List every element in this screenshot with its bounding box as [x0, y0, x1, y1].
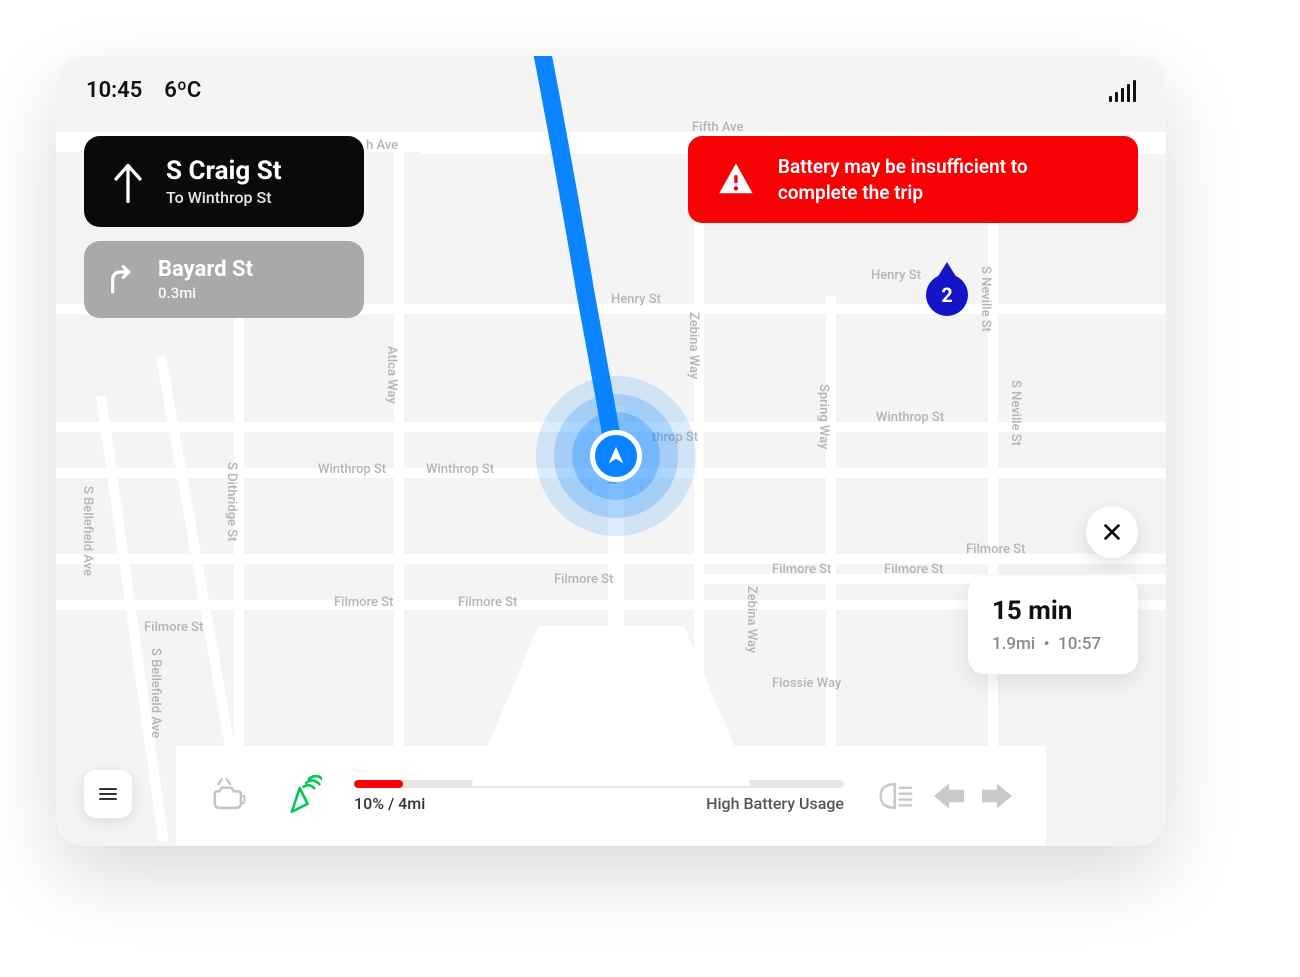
- street-label-bellefield: S Bellefield Ave: [80, 486, 95, 576]
- street-label-dithridge: S Dithridge St: [224, 462, 239, 541]
- headlights-icon[interactable]: [876, 779, 916, 813]
- street-label-h-ave: h Ave: [366, 138, 398, 153]
- status-time: 10:45: [86, 78, 142, 103]
- street-label-atlca: Atlca Way: [384, 346, 399, 404]
- alert-message: Battery may be insufficient to complete …: [778, 154, 1110, 205]
- street-label-zebina: Zebina Way: [686, 312, 701, 379]
- street-label-winthrop: Winthrop St: [318, 462, 386, 477]
- battery-usage-text: High Battery Usage: [706, 794, 844, 813]
- turn-right-icon: [106, 263, 138, 297]
- street-label-filmore6: Filmore St: [884, 562, 943, 577]
- road: [394, 146, 404, 846]
- directions-cards: S Craig St To Winthrop St Bayard St 0.3m…: [84, 136, 364, 318]
- current-street: S Craig St: [166, 156, 282, 186]
- left-indicator-icon[interactable]: [934, 783, 964, 809]
- eta-details: 1.9mi • 10:57: [992, 634, 1114, 654]
- eta-time: 15 min: [992, 596, 1114, 626]
- street-label-henry: Henry St: [611, 292, 661, 307]
- street-label-filmore2: Filmore St: [334, 595, 393, 610]
- warning-icon: [716, 156, 756, 204]
- battery-percent: 10% / 4mi: [354, 794, 425, 813]
- menu-button[interactable]: [84, 770, 132, 818]
- direction-card-next[interactable]: Bayard St 0.3mi: [84, 241, 364, 318]
- signal-icon: [1109, 80, 1136, 102]
- street-label-filmore4: Filmore St: [554, 572, 613, 587]
- navigation-app-frame: Fifth Ave h Ave Henry St Henry St Winthr…: [56, 56, 1166, 846]
- arrow-up-icon: [110, 161, 146, 203]
- street-label-filmore7: Filmore St: [966, 542, 1025, 557]
- street-label-bellefield2: S Bellefield Ave: [148, 648, 163, 738]
- street-label-filmore3: Filmore St: [458, 595, 517, 610]
- street-label-spring: Spring Way: [816, 384, 831, 449]
- close-button[interactable]: [1086, 506, 1138, 558]
- engine-icon[interactable]: [210, 777, 248, 815]
- status-bar: 10:45 6ºC: [86, 78, 1136, 103]
- street-label-fifth: Fifth Ave: [692, 120, 743, 135]
- current-toward: To Winthrop St: [166, 188, 282, 207]
- street-label-neville2: S Neville St: [1008, 380, 1023, 446]
- status-temperature: 6ºC: [164, 78, 201, 103]
- direction-card-current[interactable]: S Craig St To Winthrop St: [84, 136, 364, 227]
- eta-card[interactable]: 15 min 1.9mi • 10:57: [968, 576, 1138, 674]
- right-indicator-icon[interactable]: [982, 783, 1012, 809]
- street-label-henry2: Henry St: [871, 268, 921, 283]
- poi-count: 2: [941, 283, 952, 307]
- street-label-flossie: Flossie Way: [772, 676, 841, 691]
- gps-signal-icon[interactable]: [280, 775, 322, 817]
- street-label-winthrop2: Winthrop St: [426, 462, 494, 477]
- street-label-winthrop3: Winthrop St: [876, 410, 944, 425]
- battery-alert[interactable]: Battery may be insufficient to complete …: [688, 136, 1138, 223]
- street-label-zebina2: Zebina Way: [744, 586, 759, 653]
- road: [988, 146, 998, 846]
- close-icon: [1101, 521, 1123, 543]
- street-label-neville: S Neville St: [978, 266, 993, 332]
- street-label-filmore: Filmore St: [144, 620, 203, 635]
- poi-pin[interactable]: 2: [926, 274, 968, 316]
- battery-fill: [354, 780, 403, 788]
- next-street: Bayard St: [158, 257, 253, 282]
- street-label-g-st: g St: [604, 462, 619, 485]
- menu-icon: [96, 782, 120, 806]
- next-distance: 0.3mi: [158, 284, 253, 302]
- street-label-throp: throp St: [652, 430, 698, 445]
- street-label-filmore5: Filmore St: [772, 562, 831, 577]
